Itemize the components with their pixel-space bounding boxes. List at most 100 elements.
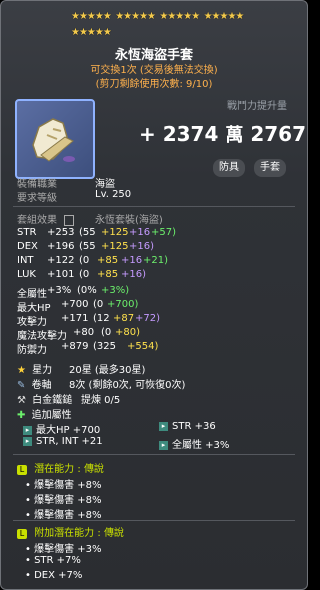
stat-flame: +21): [143, 255, 169, 266]
stat-total: +253: [47, 227, 75, 238]
stat-label: DEX: [17, 241, 38, 252]
power-rest: 2767: [250, 122, 306, 146]
additional-potential-label: 附加潛在能力: [34, 528, 95, 539]
stat-row-str: STR +253 (55 +125 +16 +57): [17, 227, 176, 238]
additional-potential-grade: 傳說: [103, 528, 124, 539]
stat-total: +101: [47, 269, 75, 280]
stat-base: (0: [101, 327, 112, 338]
stat-total: +3%: [47, 285, 72, 296]
stat-star: +16): [121, 269, 147, 280]
stat-label: STR: [17, 227, 37, 238]
stat-flame: +700): [107, 299, 139, 310]
stat-total: +171: [61, 313, 89, 324]
star-group-5: ★★★★★: [71, 27, 112, 38]
stat-base: (0: [79, 269, 90, 280]
hammer-label: 白金鐵鎚: [32, 395, 73, 406]
flame-stat-3: ▸ STR, INT +21: [23, 436, 103, 447]
star-force-row-2: ★★★★★: [71, 27, 112, 38]
stat-scroll: +125: [101, 241, 129, 252]
stat-total: +122: [47, 255, 75, 266]
divider: [13, 206, 295, 207]
stat-base: (0: [93, 299, 104, 310]
bonus-icon: ▸: [159, 440, 168, 450]
power-value: + 2374 萬 2767: [139, 121, 306, 147]
star-group-1: ★★★★★: [71, 11, 112, 22]
stat-total: +80: [73, 327, 95, 338]
divider: [13, 520, 295, 521]
bonus-text: 全屬性 +3%: [172, 440, 230, 451]
stat-base: (325: [93, 341, 116, 352]
power-label: 戰鬥力提升量: [227, 101, 287, 112]
stat-star: +87: [113, 313, 135, 324]
stat-base: (0%: [77, 285, 97, 296]
stat-row-matt: 魔法攻擊力 +80 (0 +80): [17, 327, 140, 342]
level-value: Lv. 250: [95, 189, 132, 200]
stat-flame: +72): [135, 313, 161, 324]
power-wan: 萬: [225, 125, 244, 146]
stat-label: LUK: [17, 269, 36, 280]
set-label: 套組效果: [17, 215, 57, 226]
additional-potential-header: L 附加潛在能力 : 傳說: [17, 524, 124, 539]
additional-line-1: • 爆擊傷害 +3%: [25, 544, 102, 555]
job-row: 裝備職業 海盜: [17, 175, 115, 190]
job-value: 海盜: [95, 179, 115, 190]
stat-star: +80): [115, 327, 141, 338]
category-glove-badge: 手套: [254, 159, 286, 177]
stat-total: +879: [61, 341, 89, 352]
starforce-value: 20星 (最多30星): [69, 365, 146, 376]
stat-total: +196: [47, 241, 75, 252]
stat-total: +700: [61, 299, 89, 310]
additional-line-2: • STR +7%: [25, 555, 81, 566]
stat-base: (55: [79, 241, 96, 252]
bonus-text: STR, INT +21: [36, 436, 103, 447]
stat-row-luk: LUK +101 (0 +85 +16): [17, 269, 146, 280]
stat-label: 防禦力: [17, 345, 47, 356]
star-group-3: ★★★★★: [159, 11, 200, 22]
flame-stat-4: ▸ 全屬性 +3%: [159, 436, 229, 451]
scissor-note: (剪刀剩餘使用次數: 9/10): [95, 79, 213, 90]
stat-row-all: 全屬性 +3% (0% +3%): [17, 285, 129, 300]
star-group-2: ★★★★★: [115, 11, 156, 22]
potential-label: 潛在能力: [34, 464, 75, 475]
bonus-text: 最大HP +700: [36, 425, 101, 436]
stat-star: +554): [127, 341, 159, 352]
starforce-row: ★ 星力 20星 (最多30星): [17, 361, 145, 376]
additional-text: STR +7%: [34, 555, 81, 566]
potential-text: 爆擊傷害 +8%: [34, 480, 102, 491]
bonus-text: STR +36: [172, 421, 216, 432]
scroll-row: ✎ 卷軸 8次 (剩餘0次, 可恢復0次): [17, 376, 185, 391]
flame-stat-1: ▸ 最大HP +700: [23, 421, 100, 436]
stat-base: (55: [79, 227, 96, 238]
category-armor-badge: 防具: [213, 159, 245, 177]
scroll-value: 8次 (剩餘0次, 可恢復0次): [69, 380, 186, 391]
legendary-grade-icon: L: [17, 529, 27, 539]
stat-star: +16: [121, 255, 143, 266]
trade-note: 可交換1次 (交易後無法交換): [90, 65, 218, 76]
potential-line-3: • 爆擊傷害 +8%: [25, 510, 102, 521]
stat-base: (0: [79, 255, 90, 266]
star-icon: ★: [17, 365, 26, 376]
potential-grade: 傳說: [83, 464, 104, 475]
additional-text: 爆擊傷害 +3%: [34, 544, 102, 555]
flame-stat-2: ▸ STR +36: [159, 421, 216, 432]
hammer-value: 提煉 0/5: [81, 395, 121, 406]
stat-scroll: +125: [101, 227, 129, 238]
potential-line-2: • 爆擊傷害 +8%: [25, 495, 102, 506]
scroll-label: 卷軸: [31, 380, 52, 391]
stat-row-def: 防禦力 +879 (325 +554): [17, 341, 158, 356]
bonus-icon: ▸: [159, 421, 168, 431]
divider: [13, 454, 295, 455]
additional-stats-label: 追加屬性: [31, 410, 72, 421]
star-force-row-1: ★★★★★ ★★★★★ ★★★★★ ★★★★★: [71, 11, 244, 22]
set-value: 永恆套裝(海盜): [95, 215, 163, 226]
stat-star: +16: [129, 227, 151, 238]
hammer-icon: ⚒: [17, 395, 26, 406]
legendary-grade-icon: L: [17, 465, 27, 475]
item-tooltip: ★★★★★ ★★★★★ ★★★★★ ★★★★★ ★★★★★ 永恆海盜手套 可交換…: [0, 0, 308, 590]
item-icon-frame: [15, 99, 95, 179]
bonus-icon: ▸: [23, 436, 32, 446]
level-row: 要求等級 Lv. 250: [17, 189, 131, 204]
stat-flame: +3%): [101, 285, 130, 296]
potential-line-1: • 爆擊傷害 +8%: [25, 480, 102, 491]
stat-row-int: INT +122 (0 +85 +16 +21): [17, 255, 168, 266]
